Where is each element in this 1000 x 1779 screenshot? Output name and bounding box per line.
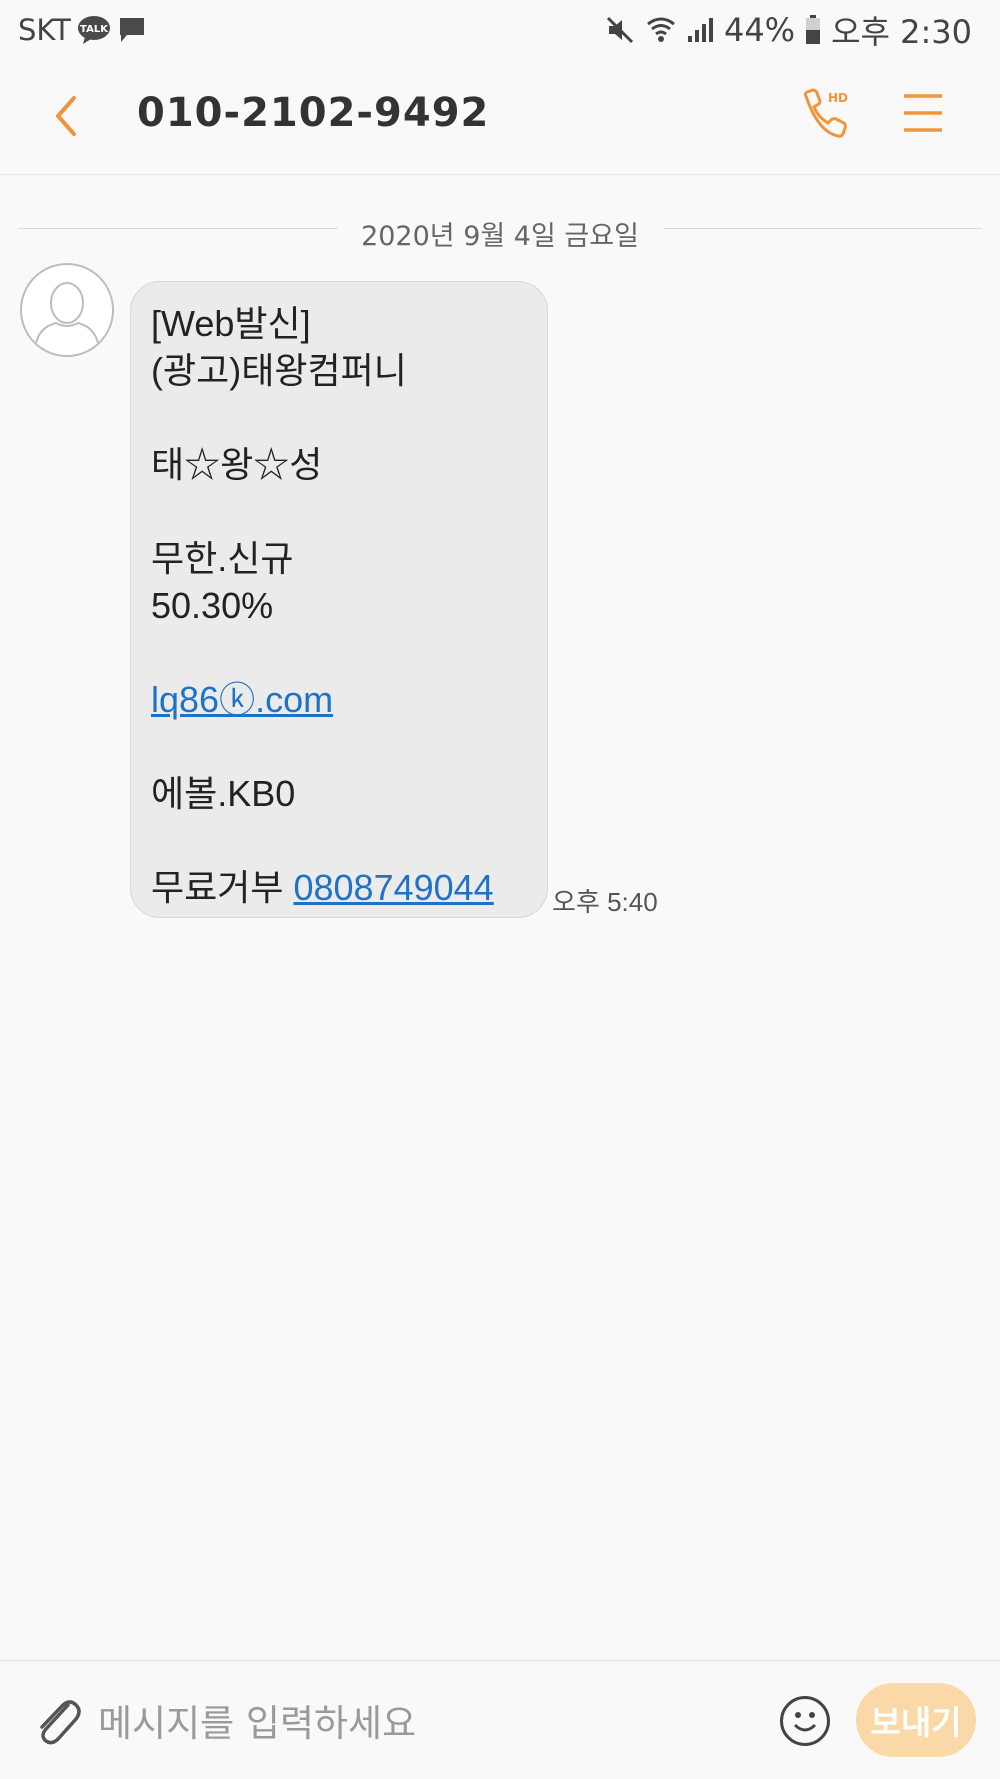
message-time: 오후 5:40 bbox=[552, 887, 658, 917]
optout-label: 무료거부 bbox=[151, 867, 294, 908]
message-line: 무한.신규 bbox=[151, 538, 294, 579]
back-button[interactable] bbox=[44, 86, 92, 146]
date-separator: 2020년 9월 4일 금요일 bbox=[18, 210, 982, 252]
signal-icon bbox=[686, 16, 714, 44]
optout-phone-link[interactable]: 0808749044 bbox=[293, 867, 493, 908]
carrier-label: SKT bbox=[18, 13, 71, 47]
talk-badge-text: TALK bbox=[80, 24, 109, 35]
back-arrow-icon bbox=[56, 96, 76, 136]
status-left: SKT TALK bbox=[18, 12, 147, 48]
mute-icon bbox=[604, 14, 636, 46]
attach-button[interactable] bbox=[28, 1691, 84, 1747]
contact-avatar[interactable] bbox=[20, 263, 114, 357]
smiley-icon bbox=[793, 1712, 817, 1732]
hd-badge: HD bbox=[828, 91, 848, 105]
kakaotalk-icon: TALK bbox=[77, 15, 111, 45]
contact-title: 010-2102-9492 bbox=[137, 90, 490, 136]
wifi-icon bbox=[646, 14, 676, 46]
message-line: 에볼.KB0 bbox=[151, 773, 296, 814]
status-time: 오후 2:30 bbox=[831, 13, 972, 51]
send-button[interactable]: 보내기 bbox=[856, 1683, 976, 1757]
message-url-link[interactable]: lq86ⓚ.com bbox=[151, 679, 333, 720]
message-line bbox=[151, 629, 527, 676]
message-line: 50.30% bbox=[151, 585, 274, 626]
hamburger-menu-icon bbox=[904, 94, 942, 132]
battery-percent: 44% bbox=[723, 11, 796, 49]
hd-call-button[interactable]: HD bbox=[798, 86, 854, 142]
paperclip-icon bbox=[40, 1700, 81, 1745]
separator-line-right bbox=[664, 228, 982, 229]
message-bubble[interactable]: [Web발신] (광고)태왕컴퍼니 태☆왕☆성 무한.신규 50.30% lq8… bbox=[130, 281, 548, 918]
message-composer: 메시지를 입력하세요 보내기 bbox=[0, 1660, 1000, 1779]
conversation-header: 010-2102-9492 HD bbox=[0, 60, 1000, 175]
phone-hd-icon: HD bbox=[803, 88, 848, 138]
message-notification-icon bbox=[117, 15, 147, 45]
message-line bbox=[151, 394, 527, 441]
emoji-button[interactable] bbox=[780, 1696, 830, 1746]
message-line bbox=[151, 488, 527, 535]
battery-icon bbox=[805, 15, 821, 45]
message-line bbox=[151, 723, 527, 770]
message-line: 태☆왕☆성 bbox=[151, 444, 323, 485]
message-line: [Web발신] bbox=[151, 303, 311, 344]
menu-button[interactable] bbox=[900, 90, 946, 136]
status-right: 44% 오후 2:30 bbox=[604, 11, 972, 51]
status-bar: SKT TALK 44% 오후 2:30 bbox=[0, 0, 1000, 60]
message-input[interactable]: 메시지를 입력하세요 bbox=[98, 1693, 416, 1747]
message-line: (광고)태왕컴퍼니 bbox=[151, 350, 407, 391]
date-separator-text: 2020년 9월 4일 금요일 bbox=[361, 221, 639, 252]
person-icon bbox=[35, 282, 99, 344]
message-line bbox=[151, 817, 527, 864]
